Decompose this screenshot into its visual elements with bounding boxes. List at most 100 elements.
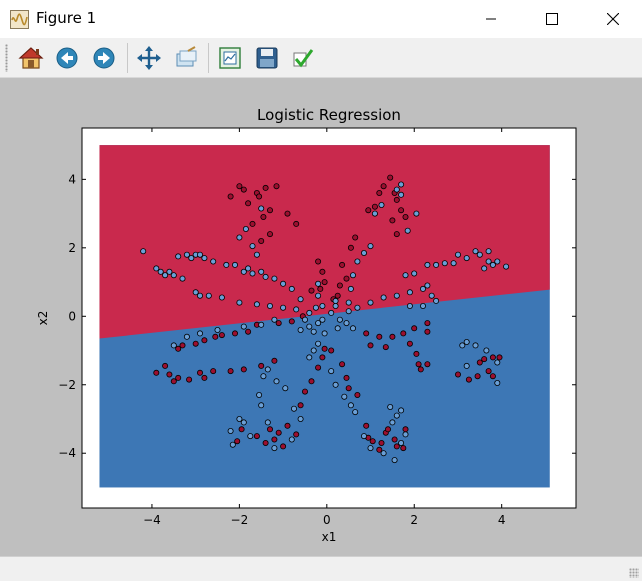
x-tick-label: 2 [410, 513, 418, 527]
data-point [424, 320, 431, 327]
back-button[interactable] [52, 43, 82, 73]
data-point [352, 409, 359, 416]
data-point [485, 258, 492, 265]
y-tick-label: 0 [68, 309, 76, 323]
data-point [256, 391, 263, 398]
minimize-button[interactable] [468, 0, 514, 38]
data-point [496, 354, 503, 361]
data-point [175, 253, 182, 260]
x-tick-label: −4 [143, 513, 161, 527]
data-point [273, 183, 280, 190]
y-tick-label: 4 [68, 172, 76, 186]
data-point [240, 186, 247, 193]
data-point [262, 273, 269, 280]
data-point [474, 373, 481, 380]
data-point [256, 193, 263, 200]
data-point [391, 457, 398, 464]
data-point [229, 441, 236, 448]
data-point [371, 210, 378, 217]
data-point [341, 393, 348, 400]
data-point [398, 439, 405, 446]
matplotlib-app-icon [10, 10, 29, 29]
data-point [196, 330, 203, 337]
data-point [363, 422, 370, 429]
data-point [312, 304, 319, 311]
maximize-icon [546, 13, 558, 25]
arrow-left-icon [56, 47, 78, 69]
pan-button[interactable] [134, 43, 164, 73]
data-point [234, 438, 241, 445]
home-button[interactable] [16, 43, 46, 73]
data-point [347, 402, 354, 409]
data-point [162, 362, 169, 369]
data-point [170, 272, 177, 279]
data-point [472, 342, 479, 349]
data-point [391, 436, 398, 443]
data-point [242, 225, 249, 232]
edit-parameters-button[interactable] [288, 43, 318, 73]
data-point [369, 438, 376, 445]
data-point [282, 385, 289, 392]
y-tick-label: 2 [68, 241, 76, 255]
data-point [253, 251, 260, 258]
data-point [288, 318, 295, 325]
data-point [503, 263, 510, 270]
data-point [315, 280, 322, 287]
data-point [319, 302, 326, 309]
data-point [339, 361, 346, 368]
data-point [306, 323, 313, 330]
data-point [433, 297, 440, 304]
resize-grip[interactable] [629, 568, 639, 578]
data-point [343, 275, 350, 282]
data-point [240, 268, 247, 275]
data-point [201, 337, 208, 344]
data-point [280, 443, 287, 450]
data-point [264, 366, 271, 373]
data-point [494, 258, 501, 265]
maximize-button[interactable] [529, 0, 575, 38]
data-point [371, 203, 378, 210]
data-point [293, 220, 300, 227]
data-point [450, 260, 457, 267]
data-point [201, 374, 208, 381]
close-button[interactable] [590, 0, 636, 38]
data-point [463, 255, 470, 262]
data-point [328, 347, 335, 354]
data-point [352, 234, 359, 241]
data-point [210, 368, 217, 375]
forward-button[interactable] [89, 43, 119, 73]
data-point [249, 243, 256, 250]
data-point [231, 330, 238, 337]
data-point [367, 342, 374, 349]
subplots-button[interactable] [215, 43, 245, 73]
data-point [459, 342, 466, 349]
data-point [419, 302, 426, 309]
data-point [363, 330, 370, 337]
data-point [306, 309, 313, 316]
save-button[interactable] [252, 43, 282, 73]
data-point [284, 422, 291, 429]
data-point [271, 436, 278, 443]
zoom-button[interactable] [171, 43, 201, 73]
data-point [398, 191, 405, 198]
chart-title: Logistic Regression [257, 106, 401, 124]
x-tick-label: 4 [498, 513, 506, 527]
data-point [201, 255, 208, 262]
data-point [382, 344, 389, 351]
toolbar-grip[interactable] [5, 44, 8, 72]
data-point [411, 325, 418, 332]
data-point [140, 248, 147, 255]
data-point [347, 244, 354, 251]
data-point [315, 258, 322, 265]
data-point [240, 323, 247, 330]
data-point [266, 426, 273, 433]
data-point [463, 338, 470, 345]
toolbar-separator [208, 43, 209, 73]
data-point [411, 270, 418, 277]
data-point [266, 207, 273, 214]
data-point [315, 340, 322, 347]
data-point [481, 265, 488, 272]
data-point [249, 270, 256, 277]
data-point [297, 296, 304, 303]
floppy-icon [256, 47, 278, 69]
